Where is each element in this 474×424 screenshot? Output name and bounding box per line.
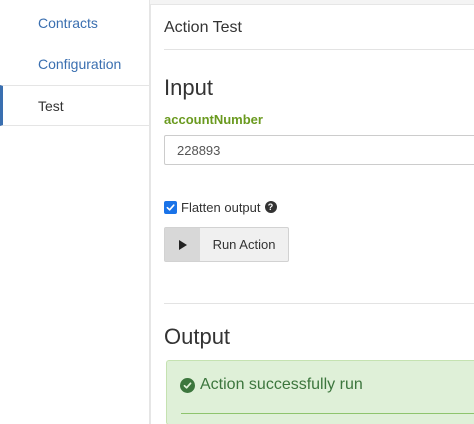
check-circle-icon xyxy=(180,377,195,393)
account-number-input[interactable] xyxy=(164,135,474,165)
sidebar: Contracts Configuration Test xyxy=(0,0,150,424)
output-heading: Output xyxy=(164,324,231,349)
title-divider xyxy=(164,49,474,50)
flatten-output-checkbox[interactable] xyxy=(164,200,177,214)
sidebar-item-contracts[interactable]: Contracts xyxy=(0,3,150,44)
card-title: Action Test xyxy=(164,19,242,36)
success-message-text: Action successfully run xyxy=(200,376,363,393)
sidebar-item-test[interactable]: Test xyxy=(0,85,150,126)
alert-divider xyxy=(181,413,474,414)
account-number-label: accountNumber xyxy=(164,112,263,127)
success-alert: Action successfully run xyxy=(166,360,474,424)
success-message: Action successfully run xyxy=(180,376,363,394)
question-circle-icon[interactable]: ? xyxy=(264,201,277,213)
run-icon-box xyxy=(165,228,200,261)
action-test-card: Action Test Input accountNumber Flatten … xyxy=(150,4,474,424)
flatten-output-label: Flatten output xyxy=(181,199,261,215)
checkmark-icon xyxy=(166,203,175,211)
main-panel: Action Test Input accountNumber Flatten … xyxy=(150,0,474,424)
run-action-button[interactable]: Run Action xyxy=(164,227,289,262)
sidebar-item-configuration[interactable]: Configuration xyxy=(0,44,150,85)
play-icon xyxy=(178,239,187,250)
run-action-label: Run Action xyxy=(212,237,276,252)
section-divider xyxy=(164,303,474,304)
input-heading: Input xyxy=(164,75,213,100)
flatten-output-row: Flatten output ? xyxy=(164,199,277,215)
app-root: Contracts Configuration Test Action Test… xyxy=(0,0,474,424)
